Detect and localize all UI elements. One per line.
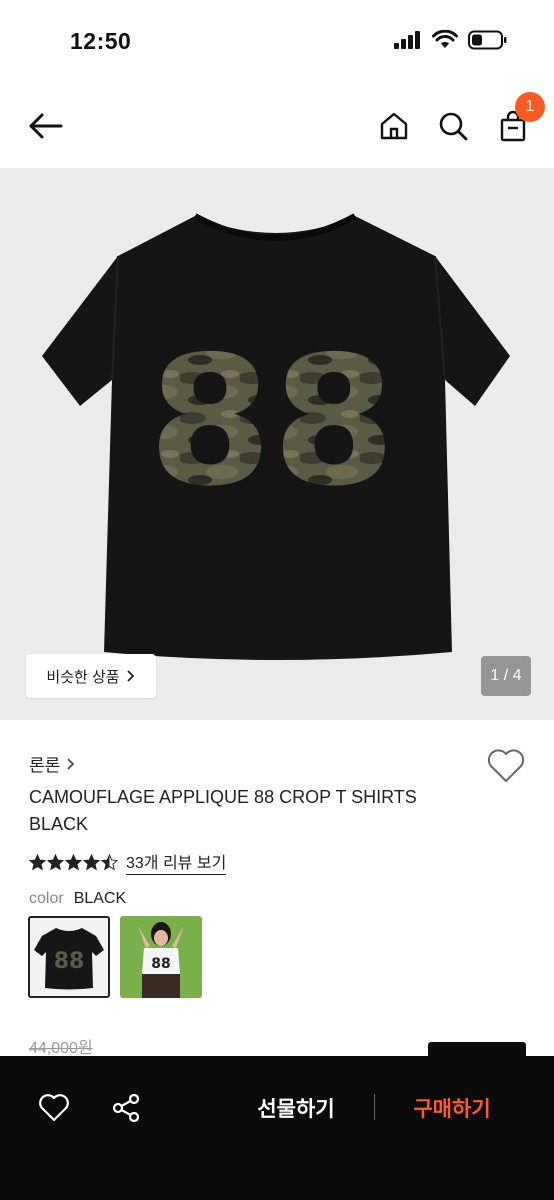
- original-price: 44,000원: [29, 1040, 93, 1057]
- review-link[interactable]: 33개 리뷰 보기: [126, 849, 227, 875]
- color-value: BLACK: [73, 890, 127, 907]
- back-button[interactable]: [26, 108, 64, 144]
- search-button[interactable]: [433, 106, 473, 146]
- home-button[interactable]: [374, 106, 414, 146]
- thumb-white-print-number: 88: [151, 956, 170, 972]
- chevron-right-icon: [67, 757, 75, 770]
- share-icon: [112, 1093, 140, 1123]
- heart-icon: [487, 749, 525, 782]
- star-icon: [29, 853, 46, 870]
- color-label: color: [29, 890, 64, 907]
- star-rating: [29, 853, 118, 871]
- buy-button[interactable]: 구매하기: [396, 1090, 508, 1126]
- star-icon: [47, 853, 64, 870]
- print-number: 88: [148, 318, 396, 525]
- brand-link[interactable]: 론론: [29, 751, 76, 776]
- star-icon: [83, 853, 100, 870]
- star-icon: [65, 853, 82, 870]
- battery-icon: [468, 30, 507, 50]
- similar-products-button[interactable]: 비슷한 상품: [26, 654, 156, 698]
- status-icons: [394, 30, 508, 50]
- image-page-indicator: 1 / 4: [481, 656, 531, 696]
- bottom-wishlist-button[interactable]: [34, 1088, 74, 1128]
- status-time: 12:50: [70, 28, 132, 54]
- product-title: CAMOUFLAGE APPLIQUE 88 CROP T SHIRTS BLA…: [29, 787, 417, 834]
- cart-count-badge: 1: [515, 92, 545, 122]
- signal-icon: [394, 31, 420, 49]
- brand-name: 론론: [29, 756, 61, 775]
- back-arrow-icon: [29, 113, 63, 139]
- wishlist-button[interactable]: [486, 748, 526, 786]
- wifi-icon: [432, 30, 458, 48]
- camo-88-print: 88: [148, 318, 396, 525]
- cart-button[interactable]: 1: [493, 92, 545, 146]
- bottom-divider: [374, 1094, 375, 1120]
- color-row: color BLACK: [29, 890, 126, 908]
- share-button[interactable]: [106, 1088, 146, 1128]
- app-header: 1: [0, 84, 554, 168]
- rating-row: 33개 리뷰 보기: [29, 849, 227, 875]
- home-icon: [380, 112, 408, 140]
- color-thumb-white[interactable]: 88: [120, 916, 202, 998]
- star-icon: [101, 853, 118, 870]
- product-image: 88: [42, 213, 510, 660]
- color-thumbnails: 88 88: [28, 916, 202, 998]
- bottom-action-bar: 선물하기 구매하기: [0, 1056, 554, 1200]
- chevron-right-icon: [126, 670, 134, 682]
- thumb-print-number: 88: [54, 949, 85, 974]
- thumb-black-image: 88: [30, 918, 108, 996]
- status-bar: 12:50: [0, 0, 554, 84]
- color-thumb-black[interactable]: 88: [28, 916, 110, 998]
- thumb-white-image: 88: [120, 916, 202, 998]
- product-image-gallery[interactable]: 88 비슷한 상품 1 / 4: [0, 168, 554, 720]
- search-icon: [439, 112, 468, 141]
- gift-button[interactable]: 선물하기: [240, 1090, 352, 1126]
- heart-icon: [39, 1094, 69, 1122]
- similar-products-label: 비슷한 상품: [46, 668, 120, 686]
